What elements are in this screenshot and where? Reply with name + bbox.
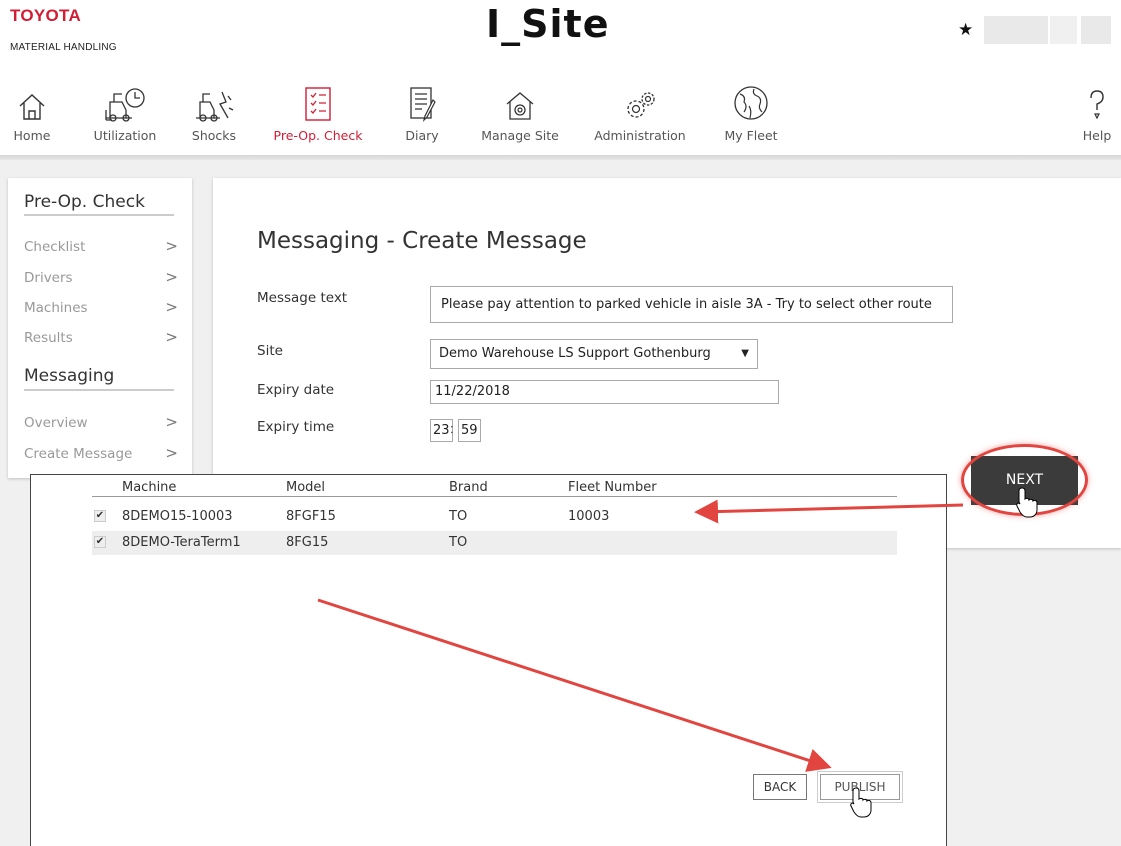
shocks-icon xyxy=(190,78,238,122)
main-nav: Home Utilization Shocks Pre-Op. Check Di… xyxy=(0,78,1121,158)
sidebar-item-label: Checklist xyxy=(24,239,86,255)
sidebar-item-overview[interactable]: Overview > xyxy=(24,413,178,431)
sidebar-divider xyxy=(24,214,174,216)
expiry-date-input[interactable]: 11/22/2018 xyxy=(430,380,779,404)
sidebar-item-create-message[interactable]: Create Message > xyxy=(24,444,178,462)
column-header-fleet-number: Fleet Number xyxy=(568,480,657,495)
column-header-brand: Brand xyxy=(449,480,488,495)
cell-model: 8FG15 xyxy=(286,535,329,550)
brand-logo: TOYOTA MATERIAL HANDLING xyxy=(10,6,117,53)
nav-shocks[interactable]: Shocks xyxy=(190,78,238,143)
sidebar: Pre-Op. Check Checklist > Drivers > Machin… xyxy=(8,178,192,478)
row-checkbox[interactable]: ✔ xyxy=(94,536,106,548)
utilization-icon xyxy=(90,78,160,122)
nav-label-home: Home xyxy=(13,128,51,143)
expiry-date-label: Expiry date xyxy=(257,382,335,398)
chevron-right-icon: > xyxy=(165,413,178,431)
nav-manage-site[interactable]: Manage Site xyxy=(477,78,563,143)
sidebar-item-label: Results xyxy=(24,330,73,346)
star-icon[interactable]: ★ xyxy=(958,20,973,40)
nav-pre-op-check[interactable]: Pre-Op. Check xyxy=(272,78,364,143)
manage-site-icon xyxy=(477,78,563,122)
sidebar-item-label: Machines xyxy=(24,300,88,316)
table-row[interactable]: ✔ 8DEMO15-10003 8FGF15 TO 10003 xyxy=(92,505,897,529)
nav-label-utilization: Utilization xyxy=(93,128,157,143)
user-menu-box-3[interactable] xyxy=(1081,16,1111,44)
publish-button[interactable]: PUBLISH xyxy=(817,771,903,803)
expiry-time-label: Expiry time xyxy=(257,419,335,435)
sidebar-item-machines[interactable]: Machines > xyxy=(24,298,178,316)
sidebar-item-label: Create Message xyxy=(24,446,133,462)
chevron-right-icon: > xyxy=(165,444,178,462)
nav-label-diary: Diary xyxy=(405,128,439,143)
row-checkbox[interactable]: ✔ xyxy=(94,510,106,522)
site-select[interactable]: Demo Warehouse LS Support Gothenburg ▼ xyxy=(430,339,758,369)
home-icon xyxy=(12,78,52,122)
nav-administration[interactable]: Administration xyxy=(592,78,688,143)
sidebar-item-drivers[interactable]: Drivers > xyxy=(24,268,178,286)
user-menu-box[interactable] xyxy=(984,16,1048,44)
cell-brand: TO xyxy=(449,509,468,524)
nav-label-pre-op-check: Pre-Op. Check xyxy=(273,128,363,143)
dropdown-arrow-icon: ▼ xyxy=(741,348,749,359)
column-header-model: Model xyxy=(286,480,326,495)
nav-label-my-fleet: My Fleet xyxy=(724,128,778,143)
sidebar-item-label: Overview xyxy=(24,415,88,431)
table-row[interactable]: ✔ 8DEMO-TeraTerm1 8FG15 TO xyxy=(92,531,897,555)
user-menu-box-2[interactable] xyxy=(1050,16,1077,44)
brand-subtitle: MATERIAL HANDLING xyxy=(10,42,117,53)
diary-icon xyxy=(400,78,444,122)
chevron-right-icon: > xyxy=(165,328,178,346)
sidebar-item-checklist[interactable]: Checklist > xyxy=(24,237,178,255)
chevron-right-icon: > xyxy=(165,268,178,286)
sidebar-item-label: Drivers xyxy=(24,270,73,286)
cell-machine: 8DEMO-TeraTerm1 xyxy=(122,535,241,550)
sidebar-section-title-pre-op: Pre-Op. Check xyxy=(24,192,145,212)
time-separator: : xyxy=(450,421,454,436)
site-select-value: Demo Warehouse LS Support Gothenburg xyxy=(439,346,711,361)
chevron-right-icon: > xyxy=(165,298,178,316)
sidebar-item-results[interactable]: Results > xyxy=(24,328,178,346)
cell-model: 8FGF15 xyxy=(286,509,336,524)
page-title: Messaging - Create Message xyxy=(257,228,587,254)
machine-selection-panel: Machine Model Brand Fleet Number ✔ 8DEMO… xyxy=(30,474,947,846)
message-text-input[interactable]: Please pay attention to parked vehicle i… xyxy=(430,286,953,323)
message-text-label: Message text xyxy=(257,290,348,306)
nav-label-manage-site: Manage Site xyxy=(481,128,559,143)
brand-name: TOYOTA xyxy=(10,6,82,25)
site-label: Site xyxy=(257,343,283,359)
nav-utilization[interactable]: Utilization xyxy=(90,78,160,143)
nav-label-help: Help xyxy=(1082,128,1112,143)
help-icon xyxy=(1080,78,1114,122)
cell-brand: TO xyxy=(449,535,468,550)
globe-icon xyxy=(720,78,782,122)
app-title: I_Site xyxy=(486,2,610,46)
nav-help[interactable]: Help xyxy=(1080,78,1114,143)
nav-home[interactable]: Home xyxy=(12,78,52,143)
cell-fleet-number: 10003 xyxy=(568,509,610,524)
cell-machine: 8DEMO15-10003 xyxy=(122,509,233,524)
administration-icon xyxy=(592,78,688,122)
sidebar-section-title-messaging: Messaging xyxy=(24,366,115,386)
nav-label-shocks: Shocks xyxy=(191,128,237,143)
nav-diary[interactable]: Diary xyxy=(400,78,444,143)
expiry-minute-input[interactable]: 59 xyxy=(458,419,481,442)
next-button[interactable]: NEXT xyxy=(971,456,1078,505)
table-header-divider xyxy=(92,496,897,497)
back-button[interactable]: BACK xyxy=(753,774,807,800)
checklist-icon xyxy=(272,78,364,122)
nav-my-fleet[interactable]: My Fleet xyxy=(720,78,782,143)
nav-label-administration: Administration xyxy=(594,128,686,143)
chevron-right-icon: > xyxy=(165,237,178,255)
sidebar-divider xyxy=(24,389,174,391)
column-header-machine: Machine xyxy=(122,480,177,495)
